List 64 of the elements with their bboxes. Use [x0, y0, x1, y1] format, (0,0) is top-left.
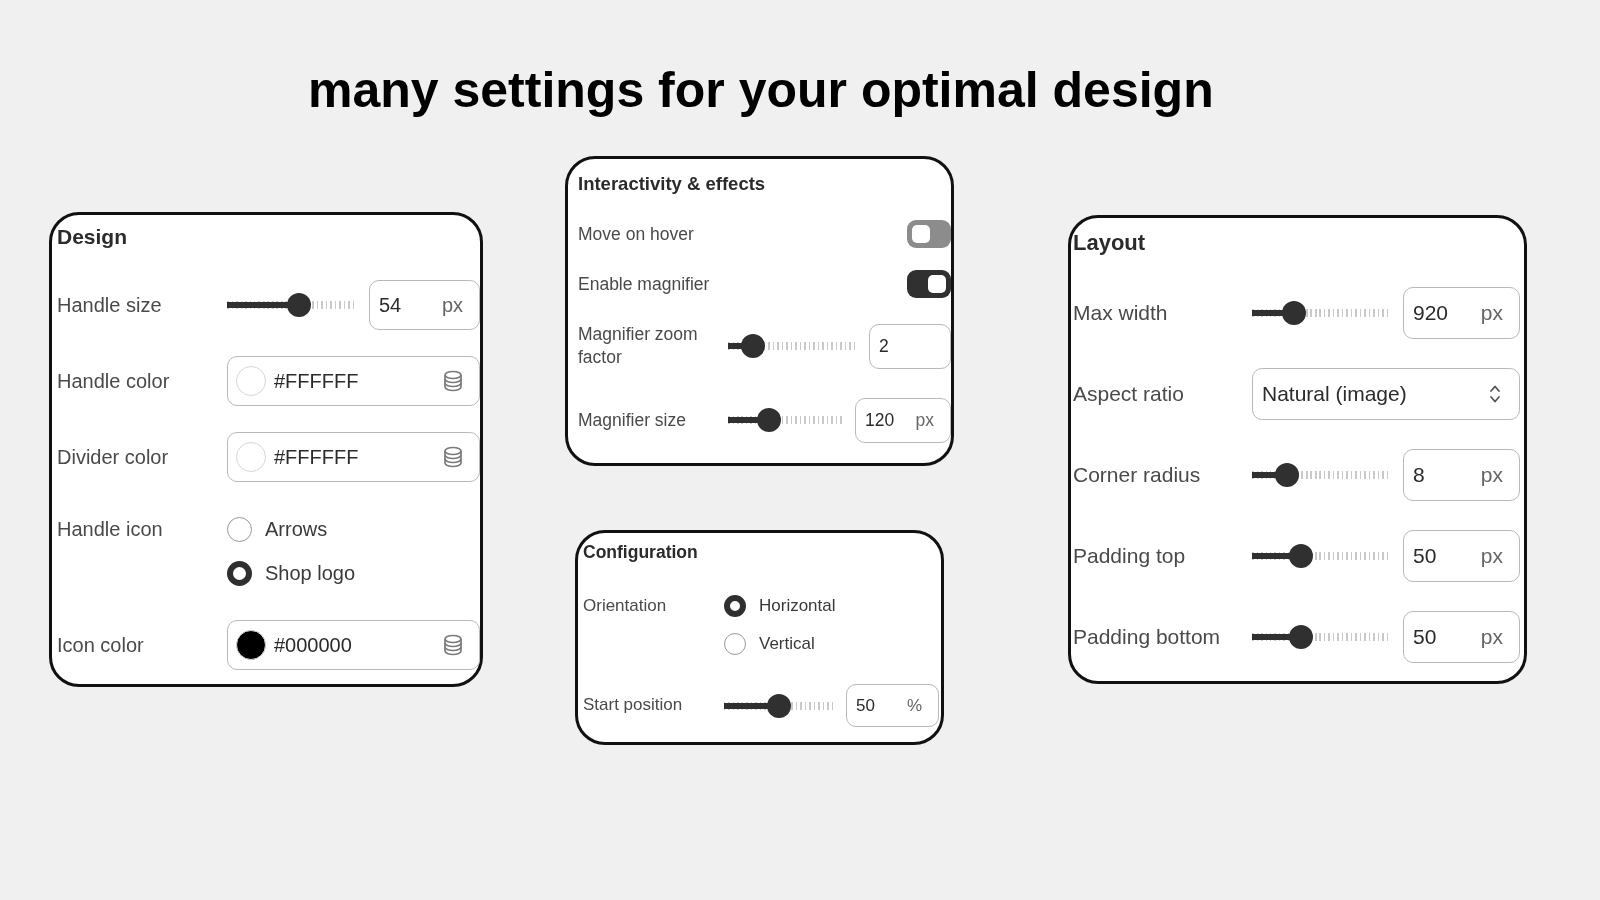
unit-label: %: [906, 695, 922, 716]
field-label: Padding top: [1073, 544, 1186, 568]
field-label: Handle size: [57, 294, 162, 316]
unit-label: px: [1480, 301, 1503, 325]
field-label: Start position: [583, 695, 683, 715]
slider-handle[interactable]: [757, 408, 782, 432]
radio-button[interactable]: [724, 595, 746, 617]
slider-handle[interactable]: [1288, 544, 1313, 568]
radio-button[interactable]: [227, 516, 252, 542]
field-label: Max width: [1073, 301, 1168, 325]
color-field[interactable]: #FFFFFF: [227, 432, 480, 482]
slider-handle[interactable]: [1274, 463, 1299, 487]
slider-handle[interactable]: [1288, 625, 1313, 649]
unit-label: px: [441, 293, 463, 317]
field-label: Corner radius: [1073, 463, 1201, 487]
page-heading: many settings for your optimal design: [308, 62, 1214, 118]
number-field[interactable]: 54 px: [369, 280, 480, 330]
field-label: Divider color: [57, 446, 169, 468]
color-swatch-icon[interactable]: [236, 442, 266, 472]
select-field[interactable]: Natural (image): [1252, 368, 1520, 420]
field-label: Magnifier size: [578, 409, 686, 430]
stack-icon[interactable]: [443, 446, 463, 468]
unit-label: px: [1480, 625, 1503, 649]
toggle-switch[interactable]: [907, 270, 951, 298]
number-field[interactable]: 50 %: [846, 684, 939, 727]
field-label: Magnifier zoom factor: [578, 324, 698, 367]
toggle-switch[interactable]: [907, 220, 951, 248]
slider-handle[interactable]: [286, 293, 311, 317]
number-field[interactable]: 2: [869, 323, 951, 369]
unit-label: px: [1480, 463, 1503, 487]
panel-title: Interactivity & effects: [578, 173, 766, 195]
radio-button[interactable]: [227, 560, 252, 586]
color-swatch-icon[interactable]: [236, 630, 266, 660]
unit-label: px: [915, 409, 934, 431]
field-label: Handle icon: [57, 517, 163, 542]
panel-title: Design: [57, 224, 127, 250]
stack-icon[interactable]: [443, 370, 463, 392]
field-label: Move on hover: [578, 223, 694, 244]
radio-button[interactable]: [724, 633, 746, 655]
stack-icon[interactable]: [443, 634, 463, 656]
slider-handle[interactable]: [767, 693, 791, 718]
panel-title: Layout: [1073, 230, 1146, 256]
color-swatch-icon[interactable]: [236, 366, 266, 396]
field-label: Aspect ratio: [1073, 382, 1184, 406]
field-label: Enable magnifier: [578, 273, 710, 294]
option-label[interactable]: Arrows: [265, 517, 328, 541]
field-label: Icon color: [57, 634, 144, 656]
option-label[interactable]: Horizontal: [759, 596, 836, 616]
field-label: Handle color: [57, 370, 170, 392]
number-field[interactable]: 50 px: [1403, 611, 1520, 663]
color-field[interactable]: #FFFFFF: [227, 356, 480, 406]
number-field[interactable]: 50 px: [1403, 530, 1520, 582]
number-field[interactable]: 120 px: [855, 397, 951, 443]
slider-handle[interactable]: [740, 334, 765, 358]
panel-title: Configuration: [583, 541, 698, 563]
number-field[interactable]: 8 px: [1403, 449, 1520, 501]
color-field[interactable]: #000000: [227, 620, 480, 670]
option-label[interactable]: Vertical: [759, 634, 815, 654]
field-label: Orientation: [583, 595, 667, 617]
option-label[interactable]: Shop logo: [265, 561, 356, 585]
unit-label: px: [1480, 544, 1503, 568]
field-label: Padding bottom: [1073, 625, 1221, 649]
slider-handle[interactable]: [1281, 301, 1306, 325]
number-field[interactable]: 920 px: [1403, 287, 1520, 339]
